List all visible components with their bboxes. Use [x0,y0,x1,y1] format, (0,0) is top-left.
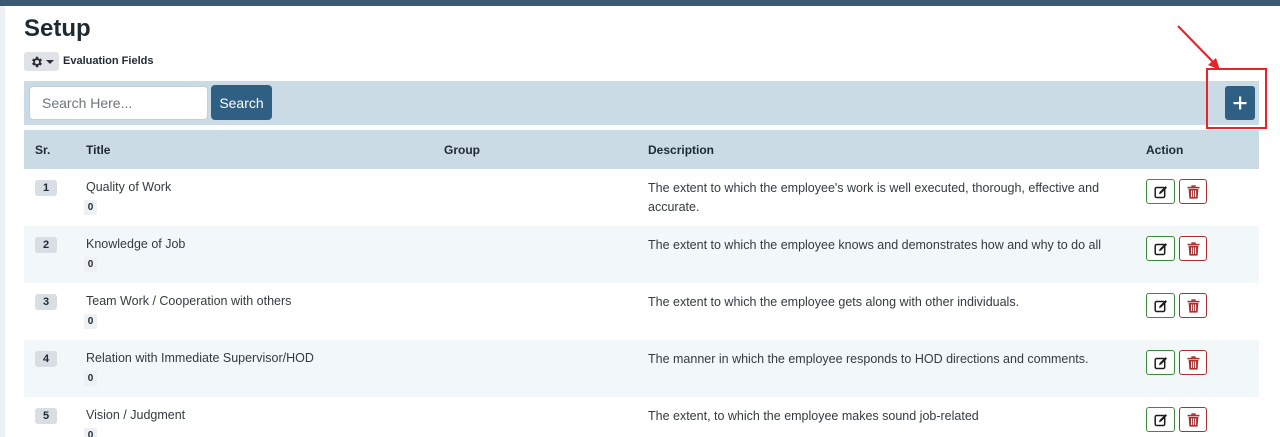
caret-down-icon [45,59,54,64]
gear-icon [31,56,42,67]
table-row: 4 Relation with Immediate Supervisor/HOD… [24,340,1259,397]
count-badge: 0 [84,428,97,437]
top-bar [0,0,1280,6]
sr-badge: 1 [35,180,57,196]
trash-icon [1187,184,1199,199]
sr-badge: 2 [35,237,57,253]
edit-button[interactable] [1146,236,1175,261]
trash-icon [1187,355,1199,370]
sr-badge: 5 [35,408,57,424]
delete-button[interactable] [1179,407,1207,432]
header-description: Description [648,143,715,157]
settings-dropdown-button[interactable] [24,52,59,71]
header-sr: Sr. [35,143,51,157]
search-input[interactable] [29,86,208,120]
count-badge: 0 [84,257,97,272]
edit-icon [1153,413,1167,426]
search-button[interactable]: Search [211,85,272,120]
table-header: Sr. Title Group Description Action [24,130,1259,169]
count-badge: 0 [84,314,97,329]
delete-button[interactable] [1179,293,1207,318]
delete-button[interactable] [1179,350,1207,375]
delete-button[interactable] [1179,236,1207,261]
table-row: 1 Quality of Work 0 The extent to which … [24,169,1259,226]
left-strip [0,6,5,437]
row-description: The manner in which the employee respond… [648,352,1089,366]
row-description: The extent to which the employee knows a… [648,238,1102,252]
edit-icon [1153,242,1167,255]
row-title: Quality of Work [86,180,172,194]
row-title: Team Work / Cooperation with others [86,294,292,308]
page-title: Setup [24,15,91,42]
table-row: 2 Knowledge of Job 0 The extent to which… [24,226,1259,283]
header-action: Action [1146,143,1184,157]
edit-button[interactable] [1146,293,1175,318]
count-badge: 0 [84,200,97,215]
row-description: The extent to which the employee gets al… [648,295,1020,309]
row-title: Vision / Judgment [86,408,186,422]
sr-badge: 4 [35,351,57,367]
trash-icon [1187,298,1199,313]
header-title: Title [86,143,111,157]
edit-icon [1153,299,1167,312]
breadcrumb-label: Evaluation Fields [63,55,154,67]
trash-icon [1187,241,1199,256]
edit-icon [1153,356,1167,369]
table-row: 5 Vision / Judgment 0 The extent, to whi… [24,397,1259,437]
search-toolbar: Search [24,81,1259,125]
table-body: 1 Quality of Work 0 The extent to which … [24,169,1259,437]
table-row: 3 Team Work / Cooperation with others 0 … [24,283,1259,340]
trash-icon [1187,412,1199,427]
sr-badge: 3 [35,294,57,310]
row-title: Knowledge of Job [86,237,186,251]
annotation-arrow-icon [1177,25,1220,70]
edit-button[interactable] [1146,179,1175,204]
edit-button[interactable] [1146,407,1175,432]
header-group: Group [444,143,480,157]
edit-icon [1153,185,1167,198]
edit-button[interactable] [1146,350,1175,375]
row-description: The extent to which the employee's work … [648,181,1100,214]
delete-button[interactable] [1179,179,1207,204]
row-title: Relation with Immediate Supervisor/HOD [86,351,314,365]
row-description: The extent, to which the employee makes … [648,409,979,423]
count-badge: 0 [84,371,97,386]
evaluation-fields-table: Sr. Title Group Description Action 1 Qua… [24,130,1259,437]
